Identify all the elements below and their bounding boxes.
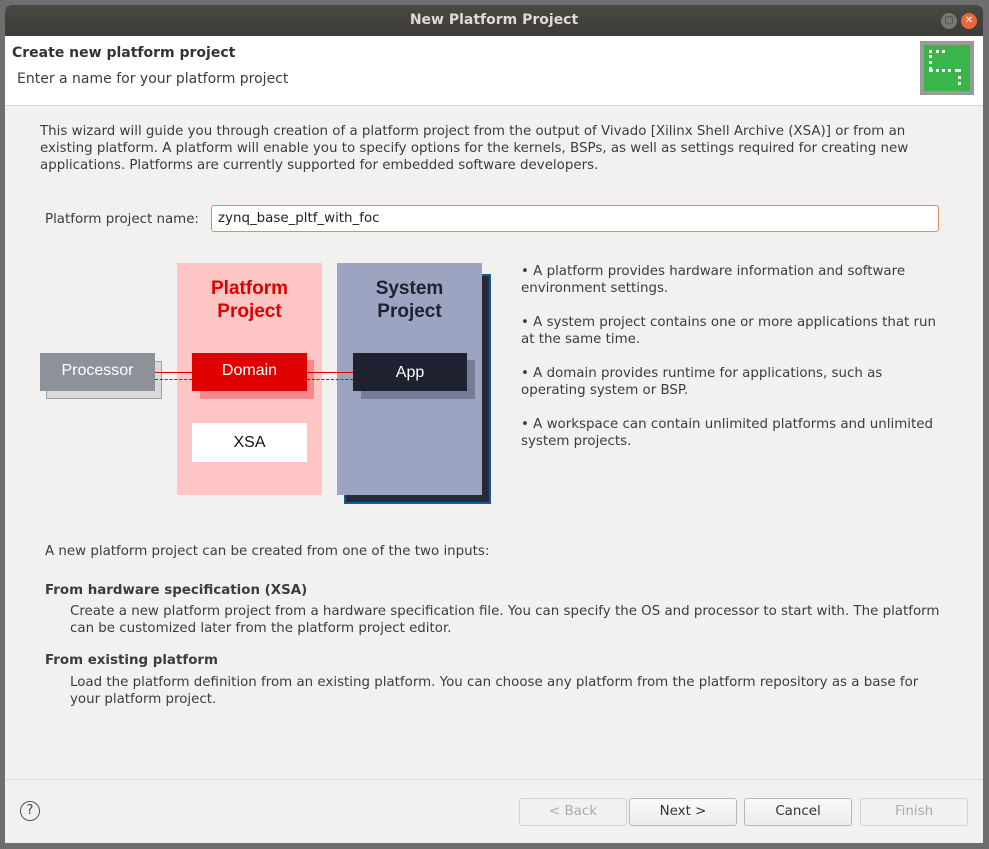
- xsa-box: XSA: [192, 423, 307, 462]
- project-name-input[interactable]: [211, 205, 939, 232]
- back-button[interactable]: < Back: [519, 798, 627, 826]
- close-button[interactable]: ✕: [961, 13, 977, 29]
- inputs-lead: A new platform project can be created fr…: [45, 544, 490, 559]
- window-title: New Platform Project: [409, 12, 579, 28]
- bullet-system: • A system project contains one or more …: [521, 315, 937, 347]
- next-button[interactable]: Next >: [629, 798, 737, 826]
- finish-button[interactable]: Finish: [860, 798, 968, 826]
- title-bar: New Platform Project ▢ ✕: [5, 5, 983, 36]
- option-xsa-title: From hardware specification (XSA): [45, 583, 308, 598]
- page-title: Create new platform project: [12, 45, 236, 61]
- intro-text: This wizard will guide you through creat…: [40, 124, 909, 173]
- system-title-line1: System: [375, 278, 444, 299]
- wizard-window: New Platform Project ▢ ✕ Create new plat…: [5, 5, 983, 843]
- platform-title-line2: Project: [217, 301, 282, 322]
- domain-box: Domain: [192, 353, 307, 391]
- bullet-domain: • A domain provides runtime for applicat…: [521, 366, 883, 398]
- help-icon[interactable]: ?: [20, 801, 40, 821]
- project-name-label: Platform project name:: [45, 212, 199, 227]
- platform-title-line1: Platform: [210, 278, 289, 299]
- platform-logo-icon: [920, 41, 974, 95]
- processor-box: Processor: [40, 353, 155, 391]
- system-title-line2: Project: [377, 301, 442, 322]
- wizard-header: Create new platform project Enter a name…: [5, 36, 983, 106]
- bullet-workspace: • A workspace can contain unlimited plat…: [521, 417, 933, 449]
- option-existing-desc: Load the platform definition from an exi…: [70, 675, 919, 707]
- cancel-button[interactable]: Cancel: [744, 798, 852, 826]
- bullet-platform: • A platform provides hardware informati…: [521, 264, 906, 296]
- option-existing-title: From existing platform: [45, 653, 218, 668]
- maximize-button[interactable]: ▢: [941, 13, 957, 29]
- app-box: App: [353, 353, 467, 391]
- button-bar: ? < Back Next > Cancel Finish: [5, 779, 983, 843]
- option-xsa-desc: Create a new platform project from a har…: [70, 604, 940, 636]
- page-subtitle: Enter a name for your platform project: [17, 71, 289, 87]
